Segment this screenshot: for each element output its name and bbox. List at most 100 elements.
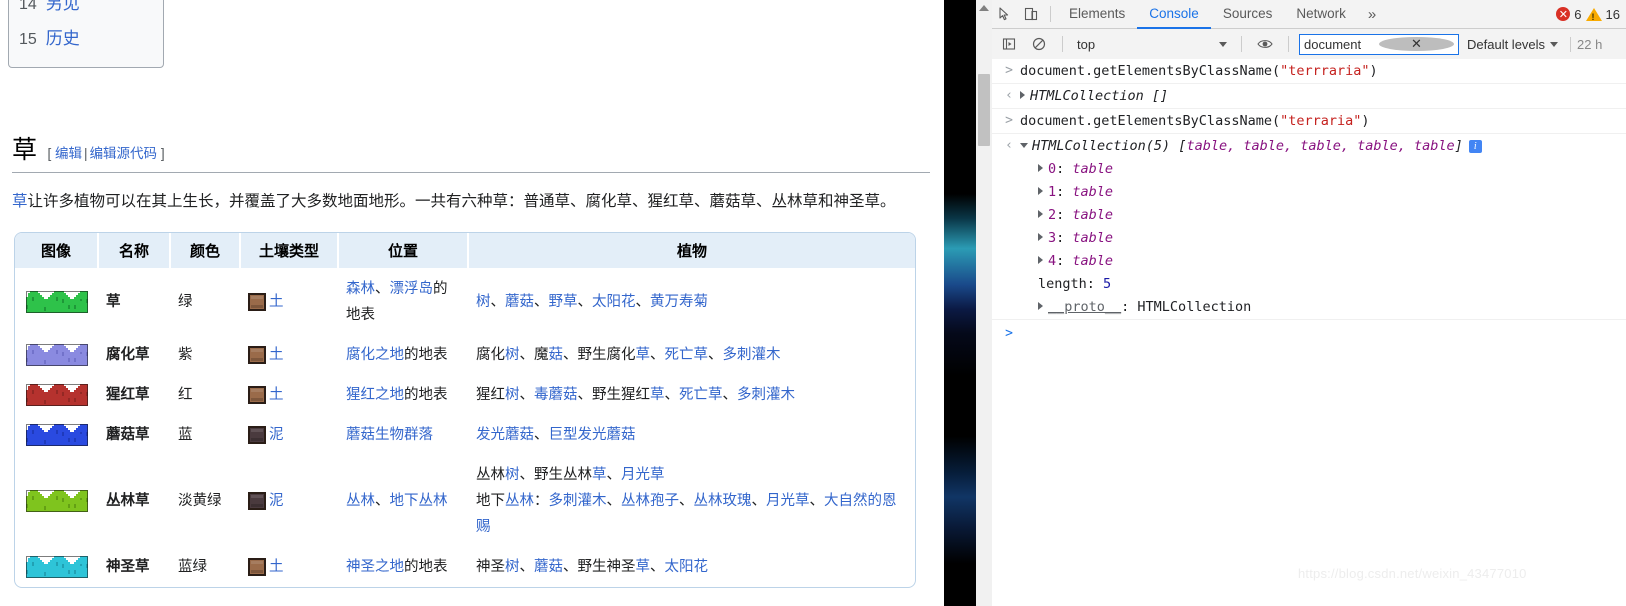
content-link[interactable]: 蘑菇	[505, 294, 534, 310]
error-count: 6	[1574, 6, 1582, 22]
expand-triangle-icon[interactable]	[1038, 187, 1043, 195]
live-expression-eye-icon[interactable]	[1252, 31, 1278, 57]
grass-link[interactable]: 草	[12, 193, 28, 210]
location-cell: 猩红之地的地表	[338, 375, 468, 415]
tab-console[interactable]: Console	[1137, 0, 1211, 29]
content-link[interactable]: 毒蘑菇	[534, 387, 578, 403]
content-link[interactable]: 死亡草	[679, 387, 723, 403]
content-link[interactable]: 草	[636, 559, 651, 575]
expand-triangle-icon[interactable]	[1038, 256, 1043, 264]
tab-elements[interactable]: Elements	[1057, 0, 1137, 27]
console-return-value[interactable]: HTMLCollection(5) [table, table, table, …	[1020, 137, 1482, 155]
content-link[interactable]: 黄万寿菊	[650, 294, 708, 310]
plants-line: 丛林树、野生丛林草、月光草	[476, 462, 907, 488]
content-link[interactable]: 丛林	[346, 493, 375, 509]
page-scrollbar[interactable]	[976, 0, 993, 606]
console-property-line[interactable]: 4: table	[992, 250, 1626, 273]
content-link[interactable]: 野草	[549, 294, 578, 310]
execute-sidebar-icon[interactable]	[996, 31, 1022, 57]
console-property-line[interactable]: 3: table	[992, 227, 1626, 250]
table-row: 猩红草红 土猩红之地的地表 猩红树、毒蘑菇、野生猩红草、死亡草、多刺灌木	[15, 375, 915, 415]
content-link[interactable]: 神圣之地	[346, 559, 404, 575]
content-link[interactable]: 树	[505, 347, 520, 363]
soil-link[interactable]: 土	[269, 342, 284, 368]
console-return-value[interactable]: HTMLCollection []	[1020, 87, 1168, 105]
inspect-element-icon[interactable]	[992, 1, 1018, 27]
property-key: 1	[1048, 184, 1057, 200]
console-prompt-row[interactable]: >	[992, 320, 1626, 344]
soil-link[interactable]: 泥	[269, 422, 284, 448]
console-property-line[interactable]: 0: table	[992, 158, 1626, 181]
console-output[interactable]: > document.getElementsByClassName("terrra…	[992, 59, 1626, 606]
console-property-line[interactable]: 2: table	[992, 204, 1626, 227]
content-link[interactable]: 死亡草	[665, 347, 709, 363]
content-link[interactable]: 丛林玫瑰	[694, 493, 752, 509]
content-link[interactable]: 树	[505, 559, 520, 575]
expand-triangle-icon[interactable]	[1038, 302, 1043, 310]
content-link[interactable]: 蘑菇生物群落	[346, 427, 433, 443]
edit-source-link[interactable]: 编辑源代码	[90, 146, 158, 161]
content-link[interactable]: 丛林	[505, 493, 534, 509]
expand-triangle-icon[interactable]	[1038, 210, 1043, 218]
tab-network[interactable]: Network	[1284, 0, 1358, 27]
soil-link[interactable]: 土	[269, 289, 284, 315]
toc-item[interactable]: 15 历史	[19, 22, 153, 57]
content-link[interactable]: 树	[505, 467, 520, 483]
content-link[interactable]: 多刺灌木	[723, 347, 781, 363]
device-toolbar-icon[interactable]	[1018, 1, 1044, 27]
soil-link[interactable]: 泥	[269, 488, 284, 514]
tab-sources[interactable]: Sources	[1211, 0, 1285, 27]
soil-type-cell: 土	[240, 335, 338, 375]
content-link[interactable]: 丛林孢子	[621, 493, 679, 509]
console-property-line[interactable]: __proto__: HTMLCollection	[992, 296, 1626, 319]
console-filter-input[interactable]: document ✕	[1299, 33, 1459, 55]
content-link[interactable]: 腐化之地	[346, 347, 404, 363]
content-link[interactable]: 多刺灌木	[737, 387, 795, 403]
expand-triangle-icon[interactable]	[1038, 233, 1043, 241]
content-link[interactable]: 蘑菇	[534, 559, 563, 575]
content-text: 的地表	[404, 347, 448, 363]
soil-link[interactable]: 土	[269, 382, 284, 408]
content-link[interactable]: 太阳花	[665, 559, 709, 575]
collapse-triangle-icon[interactable]	[1020, 143, 1028, 148]
content-link[interactable]: 地下丛林	[390, 493, 448, 509]
expand-triangle-icon[interactable]	[1020, 91, 1025, 99]
console-property-line[interactable]: 1: table	[992, 181, 1626, 204]
more-tabs-icon[interactable]: »	[1358, 6, 1386, 23]
console-property-line[interactable]: length: 5	[992, 273, 1626, 296]
soil-type-cell: 土	[240, 547, 338, 587]
content-link[interactable]: 太阳花	[592, 294, 636, 310]
soil-link[interactable]: 土	[269, 554, 284, 580]
content-link[interactable]: 月光草	[766, 493, 810, 509]
clear-filter-icon[interactable]: ✕	[1379, 36, 1454, 51]
toc-label: 另见	[45, 0, 80, 13]
toc-item[interactable]: 14 另见	[19, 0, 153, 22]
table-header-3[interactable]: 土壤类型	[240, 233, 339, 269]
scrollbar-thumb[interactable]	[978, 74, 990, 146]
content-link[interactable]: 菇	[549, 347, 564, 363]
info-badge-icon[interactable]: i	[1468, 140, 1482, 153]
content-link[interactable]: 巨型发光蘑菇	[549, 427, 636, 443]
property-key: 2	[1048, 207, 1057, 223]
content-link[interactable]: 猩红之地	[346, 387, 404, 403]
grass-name-cell: 腐化草	[106, 347, 150, 363]
content-link[interactable]: 草	[592, 467, 607, 483]
content-link[interactable]: 发光蘑菇	[476, 427, 534, 443]
content-link[interactable]: 森林	[346, 281, 375, 297]
content-link[interactable]: 树	[505, 387, 520, 403]
content-link[interactable]: 漂浮岛	[390, 281, 434, 297]
content-link[interactable]: 草	[650, 387, 665, 403]
content-text: 、	[534, 294, 549, 310]
clear-console-icon[interactable]	[1026, 31, 1052, 57]
content-link[interactable]: 多刺灌木	[549, 493, 607, 509]
scroll-up-arrow-icon[interactable]	[979, 5, 989, 11]
execution-context-selector[interactable]: top	[1073, 34, 1231, 54]
content-link[interactable]: 树	[476, 294, 491, 310]
content-link[interactable]: 月光草	[621, 467, 665, 483]
issue-counters[interactable]: ✕ 6 ! 16	[1556, 0, 1620, 28]
content-link[interactable]: 草	[636, 347, 651, 363]
log-level-selector[interactable]: Default levels	[1463, 37, 1562, 52]
edit-link[interactable]: 编辑	[55, 146, 82, 161]
expand-triangle-icon[interactable]	[1038, 164, 1043, 172]
content-text: 腐化	[476, 347, 505, 363]
